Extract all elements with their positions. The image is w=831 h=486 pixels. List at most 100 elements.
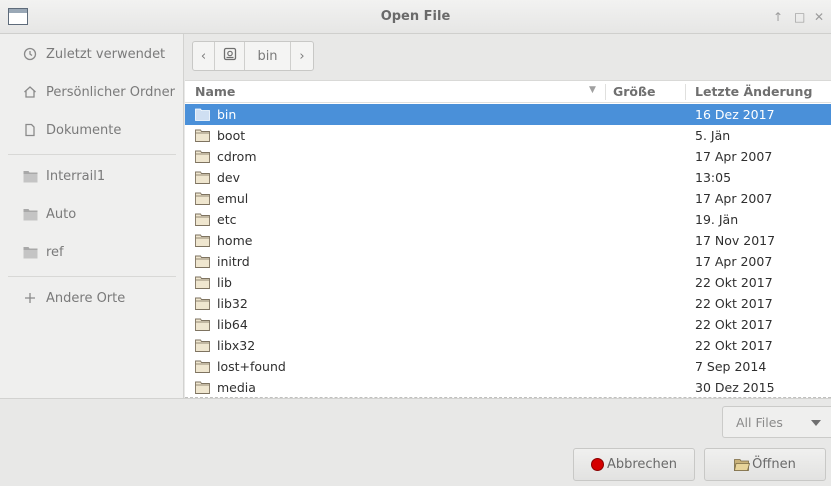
folder-icon xyxy=(195,381,210,394)
sidebar-item-other-locations[interactable]: Andere Orte xyxy=(0,280,184,316)
file-modified: 17 Apr 2007 xyxy=(695,254,773,269)
file-row[interactable]: lib64 22 Okt 2017 xyxy=(185,314,831,335)
chevron-left-icon: ‹ xyxy=(200,48,207,64)
file-name: boot xyxy=(217,128,246,143)
chevron-right-icon: › xyxy=(299,48,305,64)
keep-above-icon[interactable]: ↑ xyxy=(773,9,783,25)
sidebar-item-ref[interactable]: ref xyxy=(0,234,184,270)
file-name: lost+found xyxy=(217,359,286,374)
folder-open-icon xyxy=(734,458,751,472)
sidebar-item-interrail1[interactable]: Interrail1 xyxy=(0,158,184,194)
home-icon xyxy=(22,84,38,100)
title-bar: Open File ↑ □ ✕ xyxy=(0,0,831,34)
file-row[interactable]: libx32 22 Okt 2017 xyxy=(185,335,831,356)
sidebar-item-label: Dokumente xyxy=(46,122,122,138)
open-button-label: Öffnen xyxy=(752,457,796,472)
sidebar-item-label: Persönlicher Ordner xyxy=(46,84,175,100)
file-modified: 17 Nov 2017 xyxy=(695,233,776,248)
close-icon[interactable]: ✕ xyxy=(814,9,824,25)
sidebar-item-label: Zuletzt verwendet xyxy=(46,46,166,62)
file-filter-value: All Files xyxy=(736,414,783,430)
file-modified: 5. Jän xyxy=(695,128,731,143)
path-back-button[interactable]: ‹ xyxy=(193,42,215,70)
file-name: cdrom xyxy=(217,149,257,164)
file-name: lib xyxy=(217,275,232,290)
folder-icon xyxy=(195,234,210,247)
cancel-button-label: Abbrechen xyxy=(606,457,678,472)
sidebar-item-documents[interactable]: Dokumente xyxy=(0,112,184,148)
path-root-button[interactable] xyxy=(215,42,245,70)
file-modified: 22 Okt 2017 xyxy=(695,296,773,311)
folder-icon xyxy=(195,192,210,205)
folder-icon xyxy=(22,168,38,184)
file-name: emul xyxy=(217,191,249,206)
file-name: lib64 xyxy=(217,317,248,332)
file-row[interactable]: emul 17 Apr 2007 xyxy=(185,188,831,209)
sidebar-item-label: Interrail1 xyxy=(46,168,106,184)
sidebar-separator xyxy=(8,154,176,155)
open-button[interactable]: Öffnen xyxy=(704,448,826,481)
file-row[interactable]: bin 16 Dez 2017 xyxy=(185,104,831,125)
column-separator xyxy=(685,84,686,100)
file-name: etc xyxy=(217,212,237,227)
file-list[interactable]: Name ▼ Größe Letzte Änderung bin 16 Dez 2… xyxy=(185,80,831,398)
sidebar-item-recent[interactable]: Zuletzt verwendet xyxy=(0,36,184,72)
file-modified: 17 Apr 2007 xyxy=(695,191,773,206)
path-forward-button[interactable]: › xyxy=(291,42,313,70)
file-row[interactable]: media 30 Dez 2015 xyxy=(185,377,831,398)
sidebar-separator xyxy=(8,276,176,277)
sidebar-item-label: Andere Orte xyxy=(46,290,126,306)
file-row[interactable]: etc 19. Jän xyxy=(185,209,831,230)
folder-icon xyxy=(195,150,210,163)
window-title: Open File xyxy=(380,9,451,24)
sidebar-item-label: ref xyxy=(46,244,64,260)
plus-icon xyxy=(22,290,38,306)
file-row[interactable]: initrd 17 Apr 2007 xyxy=(185,251,831,272)
column-header-size[interactable]: Größe xyxy=(613,84,655,99)
folder-icon xyxy=(195,276,210,289)
sort-descending-icon: ▼ xyxy=(589,85,596,95)
drive-icon xyxy=(223,47,237,65)
column-header-modified[interactable]: Letzte Änderung xyxy=(695,84,812,99)
path-bar: ‹ bin › xyxy=(192,41,314,71)
folder-icon xyxy=(195,360,210,373)
file-row[interactable]: boot 5. Jän xyxy=(185,125,831,146)
file-row[interactable]: cdrom 17 Apr 2007 xyxy=(185,146,831,167)
sidebar-item-home[interactable]: Persönlicher Ordner xyxy=(0,74,184,110)
file-row[interactable]: lib32 22 Okt 2017 xyxy=(185,293,831,314)
file-row[interactable]: lost+found 7 Sep 2014 xyxy=(185,356,831,377)
path-segment-label: bin xyxy=(257,48,278,64)
places-sidebar: Zuletzt verwendet Persönlicher Ordner Do… xyxy=(0,34,184,398)
cancel-button[interactable]: Abbrechen xyxy=(573,448,695,481)
folder-icon xyxy=(195,255,210,268)
file-modified: 19. Jän xyxy=(695,212,739,227)
sidebar-item-auto[interactable]: Auto xyxy=(0,196,184,232)
maximize-icon[interactable]: □ xyxy=(794,9,805,25)
sidebar-item-label: Auto xyxy=(46,206,77,222)
chevron-down-icon xyxy=(811,420,821,426)
folder-icon xyxy=(195,171,210,184)
file-name: libx32 xyxy=(217,338,256,353)
file-row[interactable]: home 17 Nov 2017 xyxy=(185,230,831,251)
file-modified: 7 Sep 2014 xyxy=(695,359,767,374)
file-modified: 22 Okt 2017 xyxy=(695,317,773,332)
file-name: home xyxy=(217,233,253,248)
folder-icon xyxy=(22,206,38,222)
file-modified: 17 Apr 2007 xyxy=(695,149,773,164)
folder-icon xyxy=(195,108,210,121)
file-modified: 22 Okt 2017 xyxy=(695,338,773,353)
column-separator xyxy=(605,84,606,100)
column-header-name[interactable]: Name xyxy=(195,84,235,99)
path-current-button[interactable]: bin xyxy=(245,42,291,70)
folder-icon xyxy=(22,244,38,260)
file-name: lib32 xyxy=(217,296,248,311)
column-header: Name ▼ Größe Letzte Änderung xyxy=(185,81,831,103)
folder-icon xyxy=(195,297,210,310)
clock-icon xyxy=(22,46,38,62)
folder-icon xyxy=(195,339,210,352)
file-filter-select[interactable]: All Files xyxy=(722,406,831,438)
file-row[interactable]: dev 13:05 xyxy=(185,167,831,188)
file-name: dev xyxy=(217,170,241,185)
file-name: bin xyxy=(217,107,237,122)
file-row[interactable]: lib 22 Okt 2017 xyxy=(185,272,831,293)
